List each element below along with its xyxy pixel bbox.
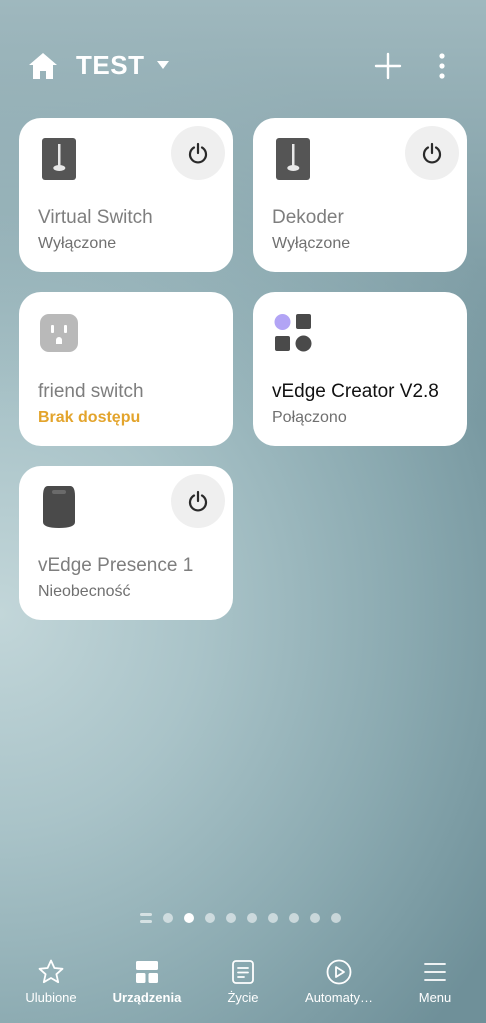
nav-label: Życie xyxy=(227,990,259,1005)
page-indicator xyxy=(140,911,341,925)
device-card-friend-switch[interactable]: friend switch Brak dostępu xyxy=(19,292,233,446)
power-button[interactable] xyxy=(171,474,225,528)
device-card-dekoder[interactable]: Dekoder Wyłączone xyxy=(253,118,467,272)
page-dot[interactable] xyxy=(268,913,278,923)
apps-icon xyxy=(274,314,312,352)
page-dot[interactable] xyxy=(331,913,341,923)
more-vertical-icon[interactable] xyxy=(432,52,452,80)
nav-item-zycie[interactable]: Życie xyxy=(195,950,291,1020)
device-status: Nieobecność xyxy=(38,583,131,600)
device-card-virtual-switch[interactable]: Virtual Switch Wyłączone xyxy=(19,118,233,272)
device-name: friend switch xyxy=(38,381,144,402)
power-icon xyxy=(422,142,442,164)
outlet-icon xyxy=(40,314,78,352)
nav-item-automatyzacje[interactable]: Automaty… xyxy=(291,950,387,1020)
nav-label: Automaty… xyxy=(305,990,373,1005)
page-dot[interactable] xyxy=(247,913,257,923)
page-dot[interactable] xyxy=(163,913,173,923)
page-dot-current[interactable] xyxy=(184,913,194,923)
device-card-vedge-creator[interactable]: vEdge Creator V2.8 Połączono xyxy=(253,292,467,446)
nav-label: Urządzenia xyxy=(112,990,182,1005)
life-icon xyxy=(232,960,254,984)
device-name: Dekoder xyxy=(272,207,344,228)
device-name: Virtual Switch xyxy=(38,207,153,228)
header: TEST xyxy=(0,40,486,92)
location-title[interactable]: TEST xyxy=(76,50,144,81)
power-icon xyxy=(188,490,208,512)
nav-item-ulubione[interactable]: Ulubione xyxy=(3,950,99,1020)
device-status: Wyłączone xyxy=(38,235,117,252)
page-dot[interactable] xyxy=(226,913,236,923)
page-indicator-lines[interactable] xyxy=(140,913,152,923)
plus-icon[interactable] xyxy=(374,52,402,80)
power-button[interactable] xyxy=(171,126,225,180)
presence-sensor-icon xyxy=(43,486,75,528)
bottom-nav: Ulubione Urządzenia Życie Automaty… Menu xyxy=(0,950,486,1023)
device-status: Brak dostępu xyxy=(38,409,141,426)
page-dot[interactable] xyxy=(205,913,215,923)
switch-icon xyxy=(276,138,310,180)
menu-icon xyxy=(424,963,446,981)
nav-label: Ulubione xyxy=(25,990,77,1005)
home-icon[interactable] xyxy=(28,52,58,80)
device-name: vEdge Presence 1 xyxy=(38,555,194,576)
device-name: vEdge Creator V2.8 xyxy=(272,381,439,402)
switch-icon xyxy=(42,138,76,180)
star-icon xyxy=(38,959,64,984)
nav-item-menu[interactable]: Menu xyxy=(387,950,483,1020)
nav-label: Menu xyxy=(418,990,452,1005)
play-circle-icon xyxy=(326,959,352,985)
power-button[interactable] xyxy=(405,126,459,180)
caret-down-icon[interactable] xyxy=(156,60,170,70)
devices-grid-icon xyxy=(136,961,158,983)
device-card-vedge-presence[interactable]: vEdge Presence 1 Nieobecność xyxy=(19,466,233,620)
page-dot[interactable] xyxy=(289,913,299,923)
device-status: Wyłączone xyxy=(272,235,351,252)
page-dot[interactable] xyxy=(310,913,320,923)
nav-item-urzadzenia[interactable]: Urządzenia xyxy=(99,950,195,1020)
device-status: Połączono xyxy=(272,409,347,426)
power-icon xyxy=(188,142,208,164)
